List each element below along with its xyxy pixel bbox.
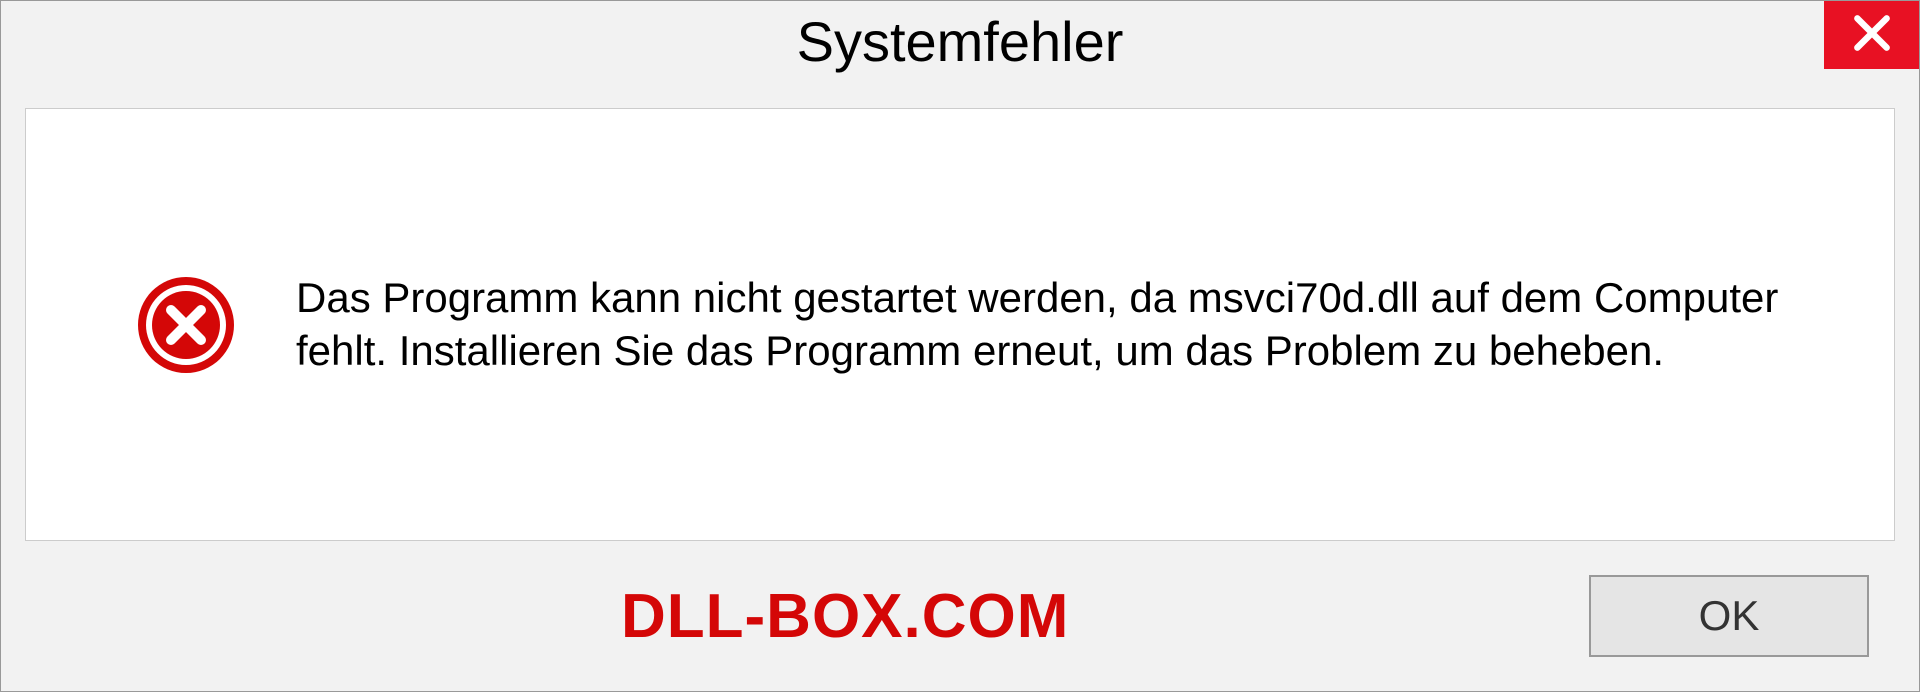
close-button[interactable] bbox=[1824, 1, 1919, 69]
error-message: Das Programm kann nicht gestartet werden… bbox=[296, 272, 1814, 377]
watermark-text: DLL-BOX.COM bbox=[621, 581, 1069, 652]
dialog-footer: DLL-BOX.COM OK bbox=[1, 541, 1919, 691]
dialog-title: Systemfehler bbox=[797, 1, 1124, 74]
ok-button[interactable]: OK bbox=[1589, 575, 1869, 657]
content-panel: Das Programm kann nicht gestartet werden… bbox=[25, 108, 1895, 541]
titlebar: Systemfehler bbox=[1, 1, 1919, 96]
close-icon bbox=[1850, 11, 1894, 60]
error-dialog: Systemfehler Das Programm kann nicht ges… bbox=[0, 0, 1920, 692]
ok-button-label: OK bbox=[1699, 592, 1760, 640]
error-icon bbox=[136, 275, 236, 375]
